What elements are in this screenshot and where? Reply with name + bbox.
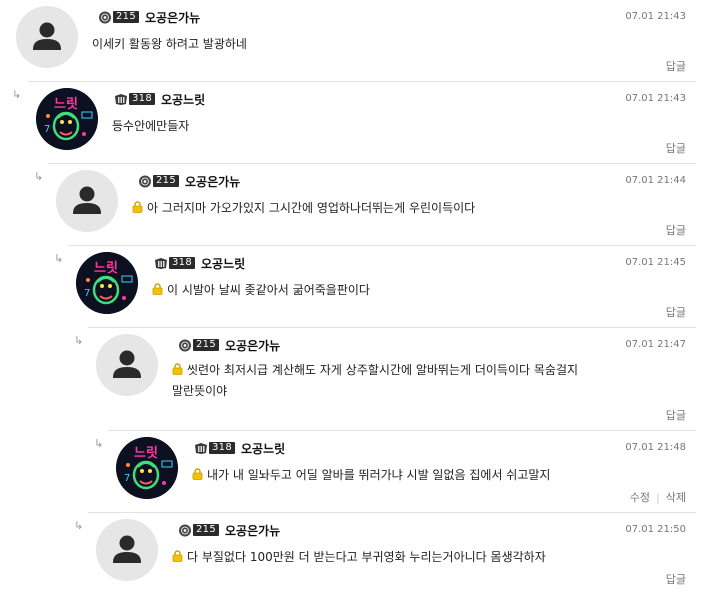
nickname[interactable]: 오공느릿: [241, 440, 285, 457]
level-icon: [194, 442, 208, 455]
comment-text: 내가 내 일놔두고 어딜 알바를 뛰러가냐 시발 일없음 집에서 쉬고말지: [192, 465, 550, 486]
reply-button[interactable]: 답글: [666, 58, 686, 74]
comment-header: 318 오공느릿: [114, 91, 205, 108]
comment-header: 318 오공느릿: [154, 255, 245, 272]
comment-text: 이 시발아 날씨 좆같아서 굶어죽을판이다: [152, 280, 370, 301]
reply-button[interactable]: 답글: [666, 222, 686, 238]
comment-header: 318 오공느릿: [194, 440, 285, 457]
avatar[interactable]: [96, 334, 158, 396]
level-number: 215: [113, 11, 139, 23]
reply-arrow-icon: ↳: [54, 252, 64, 265]
comment-date: 07.01 21:48: [625, 442, 686, 453]
avatar[interactable]: [116, 437, 178, 499]
lock-icon: [172, 363, 183, 375]
comment-text-body: 이 시발아 날씨 좆같아서 굶어죽을판이다: [167, 283, 370, 297]
comment-text: 아 그러지마 가오가있지 그시간에 영업하나더뛰는게 우린이득이다: [132, 198, 475, 219]
reply-button[interactable]: 답글: [666, 304, 686, 320]
nickname[interactable]: 오공은가뉴: [225, 522, 280, 539]
comment-date: 07.01 21:47: [625, 339, 686, 350]
lock-icon: [152, 283, 163, 295]
comment-item: ↳ 318 오공느릿 07.01 21:45 이 시발아 날씨 좆같아서 굶어죽…: [54, 245, 696, 327]
comment-text-body: 내가 내 일놔두고 어딜 알바를 뛰러가냐 시발 일없음 집에서 쉬고말지: [207, 468, 551, 482]
reply-button[interactable]: 답글: [666, 140, 686, 156]
comment-text-line: 씻련아 최저시급 계산해도 자게 상주할시간에 알바뛰는게 더이득이다 목숨걸지: [187, 363, 579, 377]
comment-date: 07.01 21:45: [625, 257, 686, 268]
comment-item: ↳ 318 오공느릿 07.01 21:43 등수안에만들자 답글: [12, 81, 696, 163]
reply-arrow-icon: ↳: [34, 170, 44, 183]
reply-arrow-icon: ↳: [94, 437, 104, 450]
comment-item: ↳ 318 오공느릿 07.01 21:48 내가 내 일놔두고 어딜 알바를 …: [94, 430, 696, 512]
avatar[interactable]: [96, 519, 158, 581]
comment-actions: 수정 | 삭제: [630, 489, 686, 505]
nickname[interactable]: 오공느릿: [201, 255, 245, 272]
nickname[interactable]: 오공은가뉴: [225, 337, 280, 354]
level-number: 215: [153, 175, 179, 187]
comment-text-body: 아 그러지마 가오가있지 그시간에 영업하나더뛰는게 우린이득이다: [147, 201, 476, 215]
reply-button[interactable]: 답글: [666, 571, 686, 587]
avatar[interactable]: [36, 88, 98, 150]
comment-header: 215 오공은가뉴: [178, 337, 280, 354]
nickname[interactable]: 오공느릿: [161, 91, 205, 108]
level-number: 215: [193, 524, 219, 536]
edit-button[interactable]: 수정: [630, 491, 650, 504]
comment-text-line: 말란뜻이야: [172, 384, 228, 398]
avatar[interactable]: [76, 252, 138, 314]
comment-text-body: 다 부질없다 100만원 더 받는다고 부귀영화 누리는거아니다 몸생각하자: [187, 550, 546, 564]
level-number: 318: [129, 93, 155, 105]
reply-arrow-icon: ↳: [74, 519, 84, 532]
comment-item: ↳ 215 오공은가뉴 07.01 21:47 씻련아 최저시급 계산해도 자게…: [74, 327, 696, 430]
comment-text: 다 부질없다 100만원 더 받는다고 부귀영화 누리는거아니다 몸생각하자: [172, 547, 546, 568]
comment-header: 215 오공은가뉴: [98, 9, 200, 26]
lock-icon: [172, 550, 183, 562]
comment-date: 07.01 21:50: [625, 524, 686, 535]
level-badge: 318: [154, 257, 195, 270]
lock-icon: [132, 201, 143, 213]
comment-item: ↳ 215 오공은가뉴 07.01 21:50 다 부질없다 100만원 더 받…: [74, 512, 696, 593]
comment-item: ↳ 215 오공은가뉴 07.01 21:44 아 그러지마 가오가있지 그시간…: [34, 163, 696, 245]
avatar[interactable]: [16, 6, 78, 68]
comment-header: 215 오공은가뉴: [138, 173, 240, 190]
level-badge: 318: [114, 93, 155, 106]
reply-arrow-icon: ↳: [12, 88, 22, 101]
reply-arrow-icon: ↳: [74, 334, 84, 347]
level-icon: [178, 339, 192, 352]
lock-icon: [192, 468, 203, 480]
comment-header: 215 오공은가뉴: [178, 522, 280, 539]
nickname[interactable]: 오공은가뉴: [185, 173, 240, 190]
comment-date: 07.01 21:44: [625, 175, 686, 186]
level-number: 318: [169, 257, 195, 269]
level-icon: [98, 11, 112, 24]
comment-text: 씻련아 최저시급 계산해도 자게 상주할시간에 알바뛰는게 더이득이다 목숨걸지…: [172, 360, 672, 402]
comment-item: 215 오공은가뉴 07.01 21:43 이세키 활동왕 하려고 발광하네 답…: [0, 0, 696, 80]
action-separator: |: [656, 491, 660, 504]
level-number: 215: [193, 339, 219, 351]
comment-text: 등수안에만들자: [112, 119, 190, 133]
comment-text: 이세키 활동왕 하려고 발광하네: [92, 37, 247, 51]
avatar[interactable]: [56, 170, 118, 232]
level-badge: 215: [178, 339, 219, 352]
reply-button[interactable]: 답글: [666, 407, 686, 423]
level-badge: 318: [194, 442, 235, 455]
level-icon: [138, 175, 152, 188]
level-number: 318: [209, 442, 235, 454]
delete-button[interactable]: 삭제: [666, 491, 686, 504]
comment-date: 07.01 21:43: [625, 93, 686, 104]
nickname[interactable]: 오공은가뉴: [145, 9, 200, 26]
level-badge: 215: [98, 11, 139, 24]
level-badge: 215: [138, 175, 179, 188]
level-icon: [178, 524, 192, 537]
level-badge: 215: [178, 524, 219, 537]
level-icon: [114, 93, 128, 106]
comment-date: 07.01 21:43: [625, 11, 686, 22]
level-icon: [154, 257, 168, 270]
